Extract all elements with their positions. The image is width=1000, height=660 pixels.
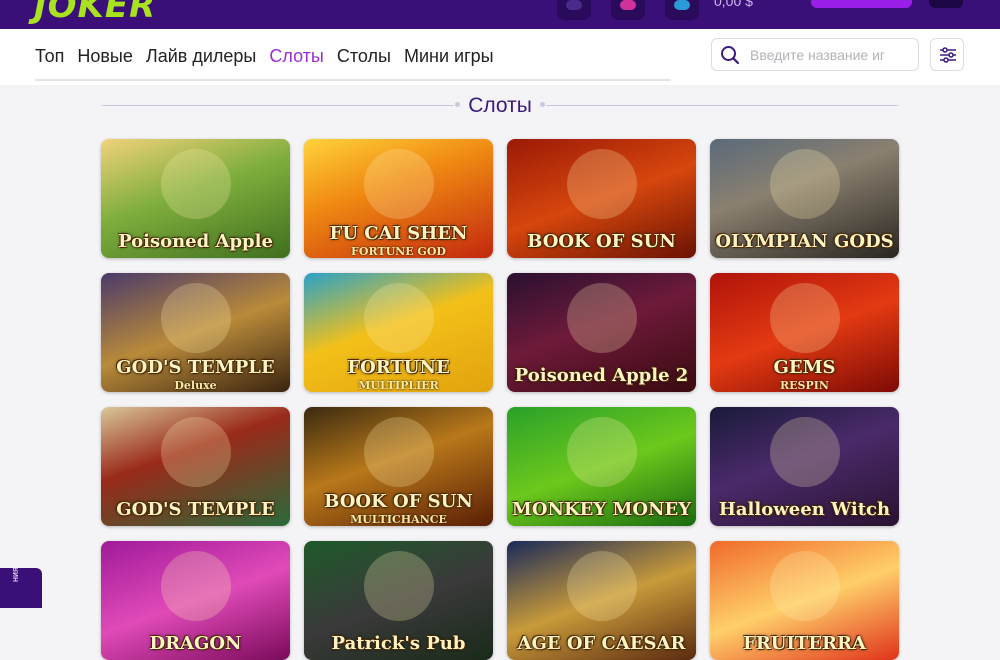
divider-dot-right [540,102,545,107]
game-art [364,551,434,621]
section-title: Слоты [468,94,532,117]
game-title: FU CAI SHEN [329,223,468,245]
game-art [364,417,434,487]
game-title: AGE OF CAESAR [517,633,686,655]
game-title: MONKEY MONEY [511,499,692,521]
game-title: GOD'S TEMPLE [116,499,275,521]
game-card[interactable]: FORTUNE MULTIPLIER [304,273,493,392]
game-art [161,149,231,219]
social-button-1[interactable] [557,0,591,20]
game-card[interactable]: AGE OF CAESAR [507,541,696,660]
game-card[interactable]: FU CAI SHEN FORTUNE GOD [304,139,493,258]
telegram-icon[interactable] [665,0,699,20]
instagram-icon[interactable] [611,0,645,20]
game-card[interactable]: BOOK OF SUN [507,139,696,258]
search-icon [721,46,740,65]
game-art [770,551,840,621]
game-title: FRUITERRA [743,633,866,655]
divider-right [546,105,898,106]
tab-new[interactable]: Новые [77,46,133,67]
game-title: GOD'S TEMPLE [116,357,275,379]
game-card[interactable]: Halloween Witch [710,407,899,526]
search-box[interactable] [711,38,919,71]
side-tab[interactable]: ния [0,567,42,608]
game-title: DRAGON [149,633,242,655]
game-card[interactable]: Patrick's Pub [304,541,493,660]
game-subtitle: FORTUNE GOD [351,245,446,258]
game-subtitle: Deluxe [174,379,217,392]
game-subtitle: MULTIPLIER [358,379,439,392]
search-input[interactable] [748,46,916,64]
game-title: Poisoned Apple [118,231,273,253]
menu-button[interactable] [929,0,963,8]
game-art [161,551,231,621]
filter-button[interactable] [930,38,964,71]
sliders-icon [940,47,956,63]
game-card[interactable]: GEMS RESPIN [710,273,899,392]
tabs-divider [35,79,671,81]
game-art [161,283,231,353]
game-art [770,417,840,487]
game-card[interactable]: GOD'S TEMPLE Deluxe [101,273,290,392]
game-art [364,283,434,353]
top-bar: JOKER 0,00 $ [0,0,1000,29]
game-card[interactable]: MONKEY MONEY [507,407,696,526]
game-card[interactable]: Poisoned Apple [101,139,290,258]
game-card[interactable]: DRAGON [101,541,290,660]
category-tabs: Топ Новые Лайв дилеры Слоты Столы Мини и… [35,46,507,67]
tab-top[interactable]: Топ [35,46,64,67]
game-title: Patrick's Pub [331,633,466,655]
game-title: FORTUNE [347,357,450,379]
game-subtitle: RESPIN [780,379,829,392]
site-logo[interactable]: JOKER [34,0,156,26]
game-art [567,283,637,353]
tab-live-dealers[interactable]: Лайв дилеры [146,46,256,67]
game-card[interactable]: BOOK OF SUN MULTICHANCE [304,407,493,526]
category-nav: Топ Новые Лайв дилеры Слоты Столы Мини и… [0,29,1000,85]
game-subtitle: MULTICHANCE [350,513,447,526]
balance: 0,00 $ [714,0,753,9]
game-card[interactable]: OLYMPIAN GODS [710,139,899,258]
tab-slots[interactable]: Слоты [269,46,324,67]
game-card[interactable]: Poisoned Apple 2 [507,273,696,392]
game-title: OLYMPIAN GODS [715,231,894,253]
game-title: Poisoned Apple 2 [514,365,689,387]
deposit-button[interactable] [811,0,912,8]
game-title: BOOK OF SUN [324,491,473,513]
game-title: Halloween Witch [718,499,891,521]
game-art [770,149,840,219]
game-art [567,417,637,487]
game-card[interactable]: GOD'S TEMPLE [101,407,290,526]
game-title: BOOK OF SUN [527,231,676,253]
tab-mini-games[interactable]: Мини игры [404,46,494,67]
game-title: GEMS [773,357,836,379]
game-art [364,149,434,219]
tab-tables[interactable]: Столы [337,46,391,67]
game-art [770,283,840,353]
section-header: Слоты [102,94,898,118]
game-card[interactable]: FRUITERRA [710,541,899,660]
game-art [161,417,231,487]
game-art [567,551,637,621]
side-tab-label: ния [10,567,20,582]
game-art [567,149,637,219]
